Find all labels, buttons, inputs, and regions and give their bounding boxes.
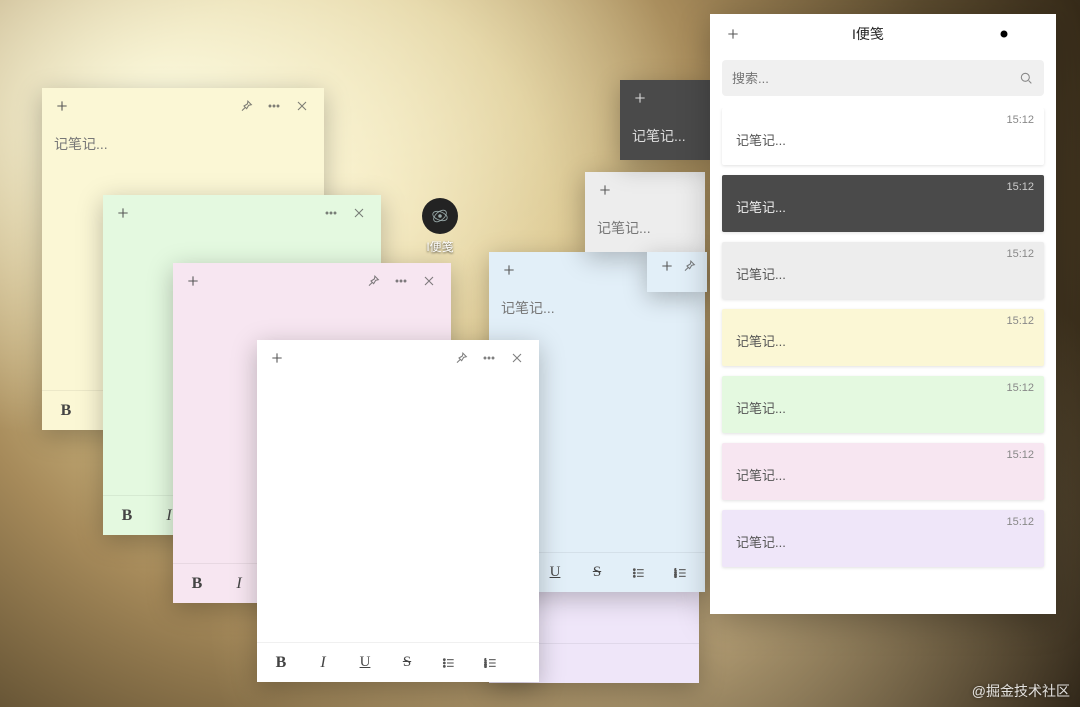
italic-button[interactable]: I [229,574,249,594]
add-button[interactable] [111,201,135,225]
search-bar[interactable] [722,60,1044,96]
add-button[interactable] [181,269,205,293]
note-preview: 记笔记... [736,267,786,282]
sticky-note-grey[interactable]: 记笔记... [585,172,705,252]
note-titlebar[interactable] [257,340,539,376]
note-preview: 记笔记... [736,535,786,550]
format-toolbar: B I U S 123 [257,642,539,682]
svg-text:3: 3 [484,663,487,668]
app-header: I便笺 [710,14,1056,54]
notes-list: 15:12 记笔记... 15:12 记笔记... 15:12 记笔记... 15:12 记笔… [710,108,1056,614]
close-button[interactable] [415,267,443,295]
note-card[interactable]: 15:12 记笔记... [722,108,1044,165]
strike-button[interactable]: S [587,563,607,583]
app-title: I便笺 [746,24,990,44]
note-preview: 记笔记... [736,468,786,483]
note-card[interactable]: 15:12 记笔记... [722,242,1044,299]
note-card[interactable]: 15:12 记笔记... [722,376,1044,433]
add-button[interactable] [265,346,289,370]
add-button[interactable] [628,86,652,110]
ordered-list-button[interactable]: 123 [481,653,501,673]
note-timestamp: 15:12 [1006,382,1034,394]
close-button[interactable] [503,344,531,372]
search-input[interactable] [732,71,1018,86]
note-timestamp: 15:12 [1006,516,1034,528]
pin-button[interactable] [232,92,260,120]
note-card[interactable]: 15:12 记笔记... [722,443,1044,500]
add-button[interactable] [50,94,74,118]
settings-button[interactable] [990,20,1018,48]
pin-button[interactable] [447,344,475,372]
note-body[interactable]: 记笔记... [620,116,710,160]
italic-button[interactable]: I [313,653,333,673]
menu-button[interactable] [475,344,503,372]
note-preview: 记笔记... [736,133,786,148]
app-glyph-icon [422,198,458,234]
bullet-list-button[interactable] [439,653,459,673]
note-timestamp: 15:12 [1006,114,1034,126]
note-preview: 记笔记... [736,401,786,416]
note-body[interactable]: 记笔记... [585,208,705,252]
note-titlebar[interactable] [647,252,707,280]
svg-text:3: 3 [674,573,677,578]
note-card[interactable]: 15:12 记笔记... [722,309,1044,366]
pin-button[interactable] [359,267,387,295]
note-titlebar[interactable] [42,88,324,124]
note-titlebar[interactable] [173,263,451,299]
sticky-note-dark[interactable]: 记笔记... [620,80,710,160]
close-app-button[interactable] [1018,20,1046,48]
close-button[interactable] [288,92,316,120]
add-button[interactable] [593,178,617,202]
close-button[interactable] [345,199,373,227]
note-preview: 记笔记... [736,334,786,349]
search-icon [1018,70,1034,86]
menu-button[interactable] [387,267,415,295]
watermark: @掘金技术社区 [972,681,1070,701]
underline-button[interactable]: U [545,563,565,583]
add-button[interactable] [655,254,679,278]
note-card[interactable]: 15:12 记笔记... [722,510,1044,567]
note-titlebar[interactable] [585,172,705,208]
menu-button[interactable] [317,199,345,227]
add-button[interactable] [497,258,521,282]
note-body[interactable] [257,376,539,642]
note-timestamp: 15:12 [1006,449,1034,461]
bold-button[interactable]: B [187,574,207,594]
bold-button[interactable]: B [271,653,291,673]
note-titlebar[interactable] [103,195,381,231]
underline-button[interactable]: U [355,653,375,673]
bold-button[interactable]: B [56,401,76,421]
sticky-note-blue2[interactable] [647,252,707,292]
note-titlebar[interactable] [620,80,710,116]
strike-button[interactable]: S [397,653,417,673]
pin-button[interactable] [679,252,699,280]
note-timestamp: 15:12 [1006,181,1034,193]
note-preview: 记笔记... [736,200,786,215]
new-note-button[interactable] [720,21,746,47]
desktop-shortcut[interactable]: I便笺 [414,198,466,255]
bold-button[interactable]: B [117,506,137,526]
bullet-list-button[interactable] [629,563,649,583]
note-timestamp: 15:12 [1006,248,1034,260]
note-body[interactable] [647,280,707,300]
ordered-list-button[interactable]: 123 [671,563,691,583]
desktop-shortcut-label: I便笺 [426,240,453,254]
notes-app-window: I便笺 15:12记笔记...15:12记笔记...15:12记笔记...15:… [710,14,1056,614]
sticky-note-white[interactable]: B I U S 123 [257,340,539,682]
menu-button[interactable] [260,92,288,120]
note-card[interactable]: 15:12 记笔记... [722,175,1044,232]
note-timestamp: 15:12 [1006,315,1034,327]
